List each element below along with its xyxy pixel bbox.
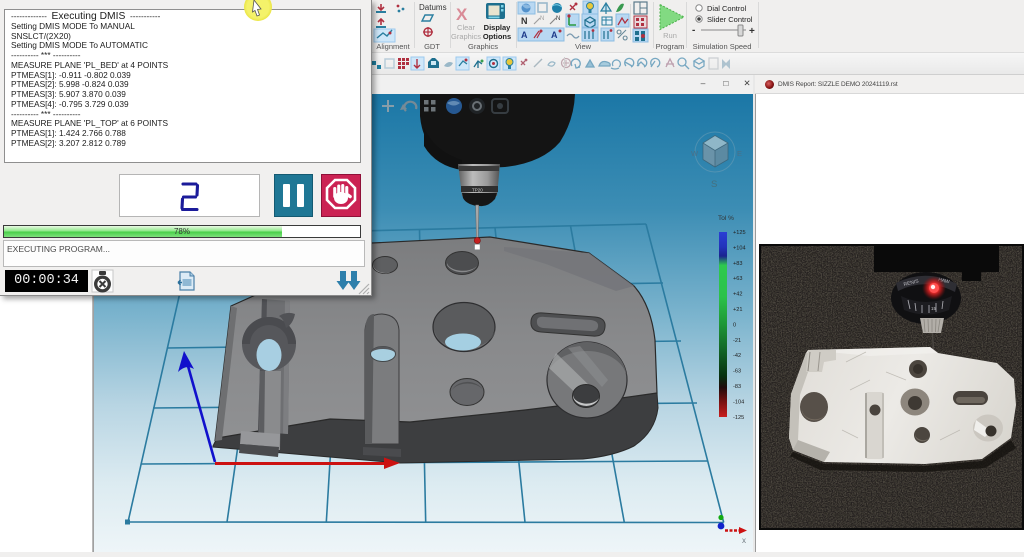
svg-text:Graphics: Graphics (451, 32, 481, 41)
svg-text:N: N (521, 16, 528, 26)
svg-text:Slider Control: Slider Control (707, 15, 753, 24)
svg-text:+125: +125 (733, 230, 746, 236)
svg-text:15: 15 (931, 306, 937, 311)
svg-text:A: A (551, 30, 558, 40)
svg-text:Display: Display (484, 23, 512, 32)
svg-text:S: S (711, 179, 717, 190)
svg-text:A: A (521, 30, 528, 40)
svg-text:+63: +63 (733, 276, 743, 282)
svg-text:-: - (692, 25, 695, 36)
svg-text:Simulation Speed: Simulation Speed (693, 42, 752, 51)
svg-text:View: View (575, 42, 592, 51)
svg-text:Graphics: Graphics (468, 42, 498, 51)
svg-text:x: x (742, 536, 746, 545)
svg-text:+83: +83 (733, 261, 743, 267)
svg-text:TP20: TP20 (472, 188, 483, 193)
svg-text:Datums: Datums (419, 3, 447, 12)
svg-text:E: E (737, 149, 742, 158)
svg-text:N: N (540, 16, 544, 22)
svg-text:+42: +42 (733, 292, 743, 298)
svg-text:Run: Run (663, 31, 677, 40)
svg-text:-21: -21 (733, 338, 741, 344)
svg-text:Alignment: Alignment (376, 42, 410, 51)
svg-text:-63: -63 (733, 369, 741, 375)
svg-text:GDT: GDT (424, 42, 440, 51)
svg-text:-42: -42 (733, 353, 741, 359)
svg-text:+104: +104 (733, 245, 746, 251)
svg-text:Program: Program (656, 42, 685, 51)
svg-text:Tol %: Tol % (718, 215, 734, 222)
svg-text:-83: -83 (733, 384, 741, 390)
svg-text:-104: -104 (733, 399, 744, 405)
svg-text:Clear: Clear (457, 23, 475, 32)
svg-text:X: X (456, 5, 468, 24)
svg-text:0: 0 (733, 322, 736, 328)
svg-text:Dial Control: Dial Control (707, 4, 747, 13)
svg-text:-125: -125 (733, 415, 744, 421)
svg-text:+: + (749, 26, 755, 37)
svg-text:+21: +21 (733, 307, 743, 313)
svg-text:Options: Options (483, 32, 511, 41)
svg-text:W: W (691, 149, 699, 158)
svg-text:N: N (556, 16, 560, 22)
